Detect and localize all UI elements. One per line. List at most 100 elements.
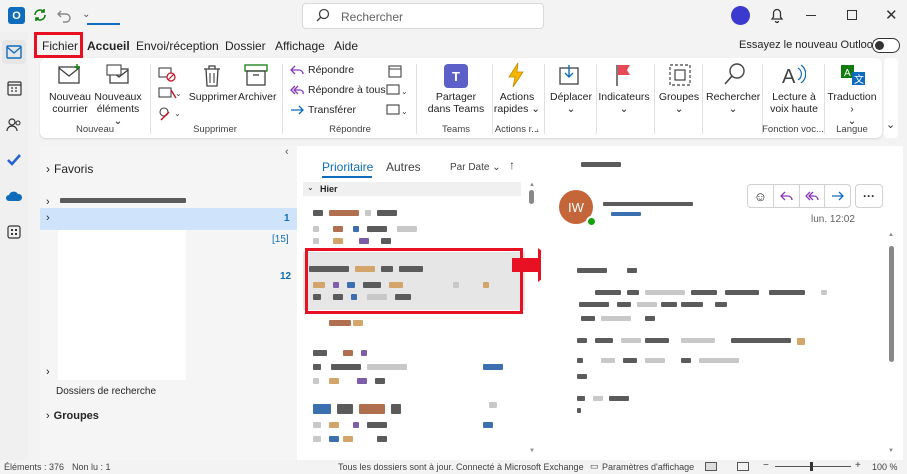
- im-reply-icon[interactable]: ⌄: [386, 84, 408, 101]
- groups-button[interactable]: Groupes ⌄: [658, 91, 700, 115]
- group-label-repondre: Répondre: [329, 124, 371, 135]
- reply-all-icon[interactable]: [800, 185, 826, 207]
- title-bar: O ⌄ Rechercher ✕: [0, 0, 907, 32]
- status-bar: Éléments : 376 Non lu : 1 Tous les dossi…: [0, 460, 907, 474]
- chevron-down-icon: ⌄: [566, 103, 576, 115]
- dialog-launcher-icon[interactable]: ⌟: [535, 124, 539, 133]
- tab-envoi-reception[interactable]: Envoi/réception: [136, 39, 219, 53]
- list-item[interactable]: [303, 396, 523, 452]
- normal-view-icon[interactable]: [705, 462, 717, 471]
- reading-scrollbar-thumb[interactable]: [889, 246, 894, 362]
- more-actions-icon[interactable]: ···: [855, 184, 883, 208]
- zoom-in-icon[interactable]: +: [855, 460, 861, 471]
- sync-icon[interactable]: [32, 7, 48, 26]
- chevron-right-icon[interactable]: ›: [46, 212, 50, 224]
- new-mail-button[interactable]: Nouveau courrier: [48, 91, 92, 115]
- groups-node[interactable]: › Groupes: [46, 410, 99, 422]
- emoji-react-icon[interactable]: ☺: [748, 185, 774, 207]
- delete-button[interactable]: Supprimer: [188, 91, 238, 103]
- collapse-pane-icon[interactable]: ‹: [285, 146, 289, 158]
- reply-all-button[interactable]: Répondre à tous: [290, 84, 386, 96]
- profile-avatar[interactable]: [731, 6, 750, 25]
- favoris-node[interactable]: › Favoris: [46, 162, 93, 176]
- forward-icon[interactable]: [825, 185, 850, 207]
- scroll-down-icon[interactable]: ▼: [888, 448, 894, 454]
- menu-bar: Fichier Accueil Envoi/réception Dossier …: [28, 32, 907, 58]
- people-icon[interactable]: [2, 112, 26, 136]
- new-items-button[interactable]: Nouveaux éléments ⌄: [94, 91, 142, 127]
- status-items: Éléments : 376: [4, 462, 65, 472]
- translate-label: Traduction: [827, 91, 877, 103]
- message-list: Prioritaire Autres Par Date ⌄ ↑ ⌄ Hier ▲…: [297, 146, 541, 460]
- move-button[interactable]: Déplacer ⌄: [548, 91, 594, 115]
- meeting-icon[interactable]: [388, 64, 402, 81]
- svg-text:⌄: ⌄: [174, 109, 180, 118]
- archive-button[interactable]: Archiver: [238, 91, 277, 103]
- translate-button[interactable]: Traduction › ⌄: [826, 91, 878, 127]
- share-teams-button[interactable]: Partager dans Teams: [426, 91, 486, 115]
- quick-steps-button[interactable]: Actions rapides ⌄: [492, 91, 542, 115]
- bell-icon[interactable]: [768, 6, 786, 27]
- sort-direction-icon[interactable]: ↑: [509, 158, 515, 172]
- list-scrollbar-thumb[interactable]: [529, 190, 534, 204]
- forward-button[interactable]: Transférer: [290, 104, 356, 116]
- cleanup-icon[interactable]: ⌄: [158, 86, 182, 105]
- close-icon[interactable]: ✕: [885, 6, 898, 24]
- tab-dossier[interactable]: Dossier: [225, 39, 266, 53]
- ignore-icon[interactable]: [158, 66, 178, 85]
- reply-all-label: Répondre à tous: [308, 84, 386, 96]
- junk-icon[interactable]: ⌄: [158, 106, 181, 125]
- tab-fichier[interactable]: Fichier: [42, 39, 78, 53]
- read-aloud-button[interactable]: Lecture à voix haute: [766, 91, 822, 115]
- display-settings-button[interactable]: Paramètres d'affichage: [602, 462, 694, 472]
- svg-text:⌄: ⌄: [401, 107, 408, 116]
- chevron-right-icon[interactable]: ›: [46, 196, 50, 208]
- list-item[interactable]: [303, 314, 523, 338]
- reply-icon[interactable]: [774, 185, 800, 207]
- list-item[interactable]: [303, 342, 523, 392]
- chevron-right-icon: ›: [46, 410, 50, 422]
- zoom-slider[interactable]: [775, 466, 851, 467]
- search-box[interactable]: Rechercher: [302, 3, 544, 29]
- onedrive-icon[interactable]: [2, 184, 26, 208]
- minimize-icon[interactable]: [806, 15, 816, 16]
- account-name-blurred: [60, 198, 186, 203]
- maximize-icon[interactable]: [847, 10, 857, 20]
- display-settings-icon: ▭: [590, 461, 599, 471]
- find-button[interactable]: Rechercher ⌄: [706, 91, 760, 115]
- tab-aide[interactable]: Aide: [334, 39, 358, 53]
- highlight-box-message: [305, 248, 523, 314]
- chevron-right-icon[interactable]: ›: [46, 366, 50, 378]
- ribbon-scroll: ⌄: [884, 58, 898, 138]
- sort-by-date[interactable]: Par Date ⌄: [450, 162, 501, 173]
- flags-button[interactable]: Indicateurs ⌄: [598, 91, 650, 115]
- outlook-logo-icon: O: [8, 7, 25, 24]
- calendar-icon[interactable]: [2, 76, 26, 100]
- list-item[interactable]: [303, 200, 523, 250]
- undo-icon[interactable]: [56, 7, 72, 26]
- search-people-icon: [723, 62, 747, 91]
- new-outlook-toggle[interactable]: [872, 38, 900, 53]
- ribbon-expand-icon[interactable]: ⌄: [886, 118, 895, 131]
- todo-icon[interactable]: [2, 148, 26, 172]
- scroll-down-icon[interactable]: ▼: [529, 448, 535, 454]
- teams-icon: T: [444, 64, 468, 88]
- selected-folder-row[interactable]: [40, 208, 297, 230]
- more-respond-icon[interactable]: ⌄: [386, 104, 408, 121]
- tab-affichage[interactable]: Affichage: [275, 39, 325, 53]
- tab-other[interactable]: Autres: [386, 160, 421, 174]
- scroll-up-icon[interactable]: ▲: [529, 182, 535, 188]
- scroll-up-icon[interactable]: ▲: [888, 232, 894, 238]
- zoom-out-icon[interactable]: −: [763, 460, 769, 471]
- reading-view-icon[interactable]: [737, 462, 749, 471]
- reply-button[interactable]: Répondre: [290, 64, 354, 76]
- customize-toolbar-icon[interactable]: ⌄: [82, 9, 90, 20]
- zoom-slider-thumb[interactable]: [810, 462, 813, 471]
- mail-icon[interactable]: [2, 40, 26, 64]
- active-tab-indicator: [87, 23, 120, 25]
- apps-icon[interactable]: [2, 220, 26, 244]
- tab-accueil[interactable]: Accueil: [87, 39, 130, 53]
- tab-focused[interactable]: Prioritaire: [322, 160, 373, 174]
- read-aloud-icon: A: [780, 62, 807, 91]
- search-folders-item[interactable]: Dossiers de recherche: [56, 386, 156, 397]
